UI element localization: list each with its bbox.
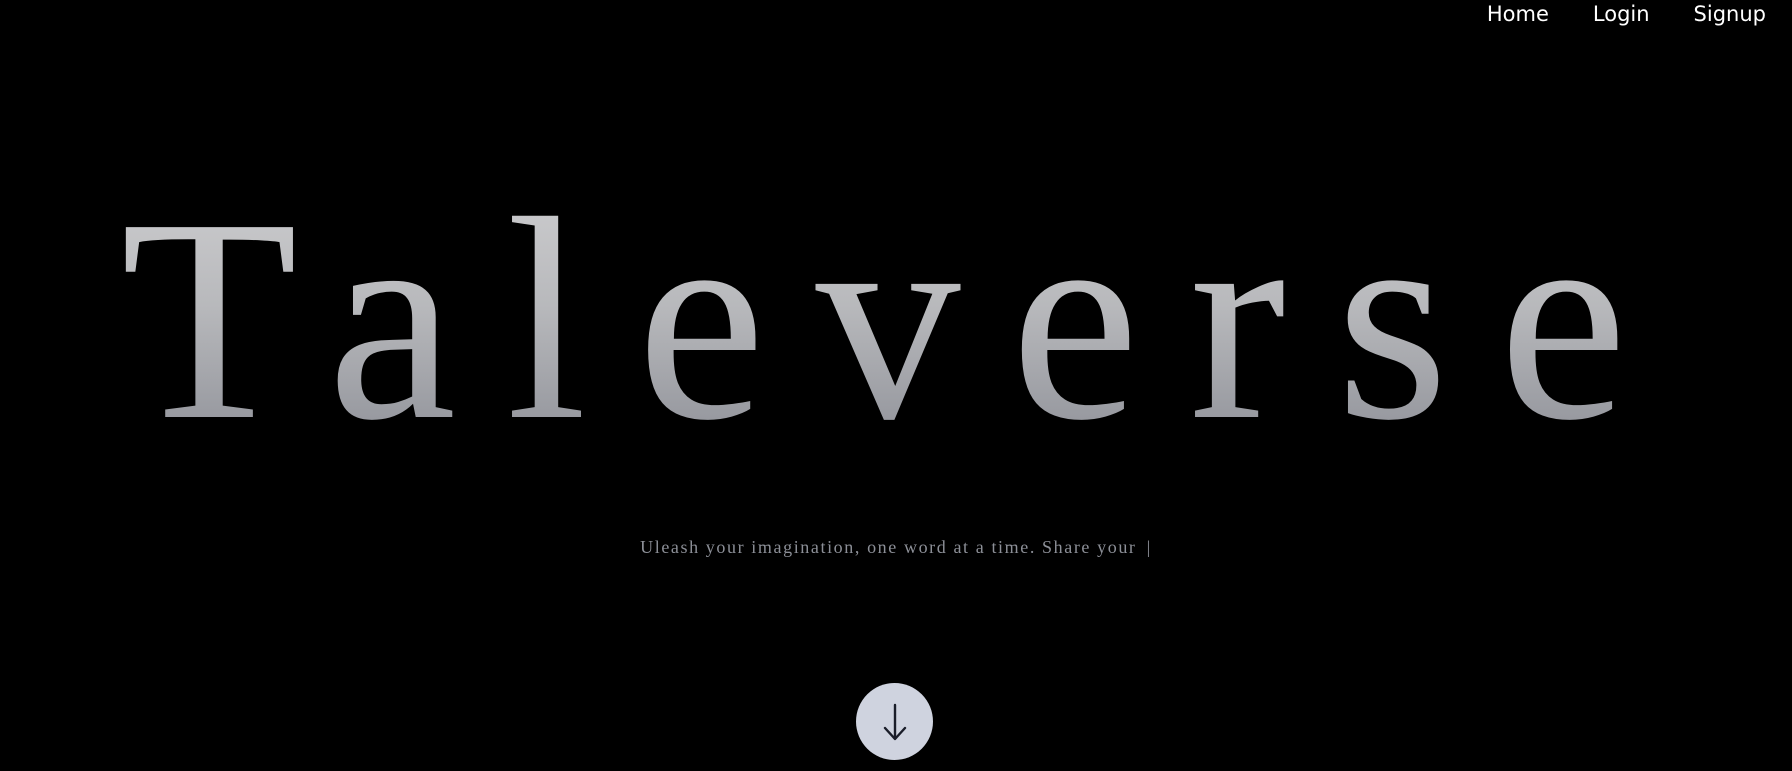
nav-login-link[interactable]: Login [1593,0,1650,28]
hero-title: Taleverse [0,170,1792,470]
top-navigation: Home Login Signup [1487,0,1766,30]
hero-tagline: Uleash your imagination, one word at a t… [0,537,1792,558]
scroll-down-button[interactable] [856,683,933,760]
hero-tagline-text: Uleash your imagination, one word at a t… [640,537,1137,557]
arrow-down-icon [880,702,910,742]
nav-signup-link[interactable]: Signup [1694,0,1766,28]
nav-home-link[interactable]: Home [1487,0,1549,28]
typing-caret: | [1146,537,1152,557]
